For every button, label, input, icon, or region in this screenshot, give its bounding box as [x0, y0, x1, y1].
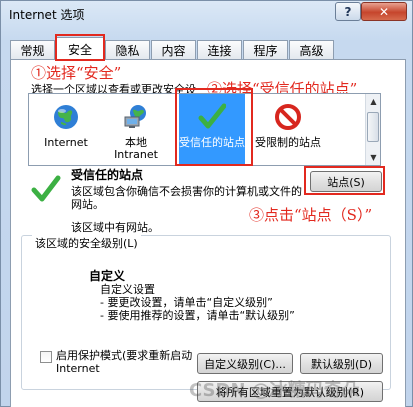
- tab-privacy[interactable]: 隐私: [105, 40, 150, 59]
- sites-button-highlight: [304, 166, 385, 195]
- protected-mode-label: 启用保护模式(要求重新启动 Internet: [56, 349, 193, 375]
- scroll-down-icon[interactable]: ▼: [366, 150, 381, 165]
- security-level-line: - 要更改设置，请单击“自定义级别”: [100, 296, 273, 309]
- title-bar: Internet 选项 ? ✕: [1, 1, 412, 29]
- close-button[interactable]: ✕: [361, 2, 407, 21]
- window-title: Internet 选项: [9, 8, 85, 22]
- zone-internet-label: Internet: [44, 136, 88, 149]
- security-level-title: 该区域的安全级别(L): [32, 235, 141, 251]
- intranet-icon: [124, 105, 146, 128]
- internet-options-window: Internet 选项 ? ✕ 常规 安全 隐私 内容 连接 程序 高级 ①选择…: [0, 0, 413, 407]
- security-level-line: 自定义设置: [100, 283, 155, 296]
- zone-internet[interactable]: Internet: [33, 94, 99, 166]
- tab-general[interactable]: 常规: [10, 40, 55, 59]
- security-level-details: 自定义设置 - 要更改设置，请单击“自定义级别” - 要使用推荐的设置，请单击“…: [100, 283, 295, 322]
- help-button[interactable]: ?: [335, 2, 361, 21]
- restricted-icon: [275, 104, 301, 130]
- zone-intranet-label: 本地 Intranet: [114, 136, 158, 161]
- watermark: CSDN @冰糖码奇朵: [189, 380, 360, 401]
- tab-content[interactable]: 内容: [151, 40, 196, 59]
- protected-mode-checkbox[interactable]: [40, 351, 52, 363]
- tab-programs[interactable]: 程序: [243, 40, 288, 59]
- trusted-zone-highlight: [175, 88, 253, 166]
- tab-connections[interactable]: 连接: [197, 40, 242, 59]
- zone-restricted-label: 受限制的站点: [255, 136, 321, 149]
- scroll-thumb[interactable]: [367, 112, 379, 142]
- zone-restricted-sites[interactable]: 受限制的站点: [255, 94, 321, 166]
- zone-local-intranet[interactable]: 本地 Intranet: [103, 94, 169, 166]
- annotation-step-1: ①选择“安全”: [31, 64, 122, 82]
- security-level-line: - 要使用推荐的设置，请单击“默认级别”: [100, 309, 295, 322]
- default-level-button[interactable]: 默认级别(D): [300, 353, 383, 374]
- custom-level-button[interactable]: 自定义级别(C)...: [197, 353, 293, 374]
- selected-zone-note: 该区域中有网站。: [71, 221, 159, 234]
- selected-zone-title: 受信任的站点: [71, 168, 144, 182]
- protected-mode-option[interactable]: 启用保护模式(要求重新启动 Internet: [40, 349, 206, 375]
- tab-advanced[interactable]: 高级: [289, 40, 334, 59]
- security-level-name: 自定义: [89, 269, 126, 283]
- trusted-check-icon-large: [31, 175, 61, 202]
- globe-icon: [54, 105, 78, 129]
- zone-scrollbar[interactable]: ▲ ▼: [365, 94, 380, 165]
- scroll-up-icon[interactable]: ▲: [366, 94, 381, 109]
- security-tab-highlight: [55, 34, 105, 61]
- annotation-step-3: ③点击“站点（S）”: [249, 206, 373, 224]
